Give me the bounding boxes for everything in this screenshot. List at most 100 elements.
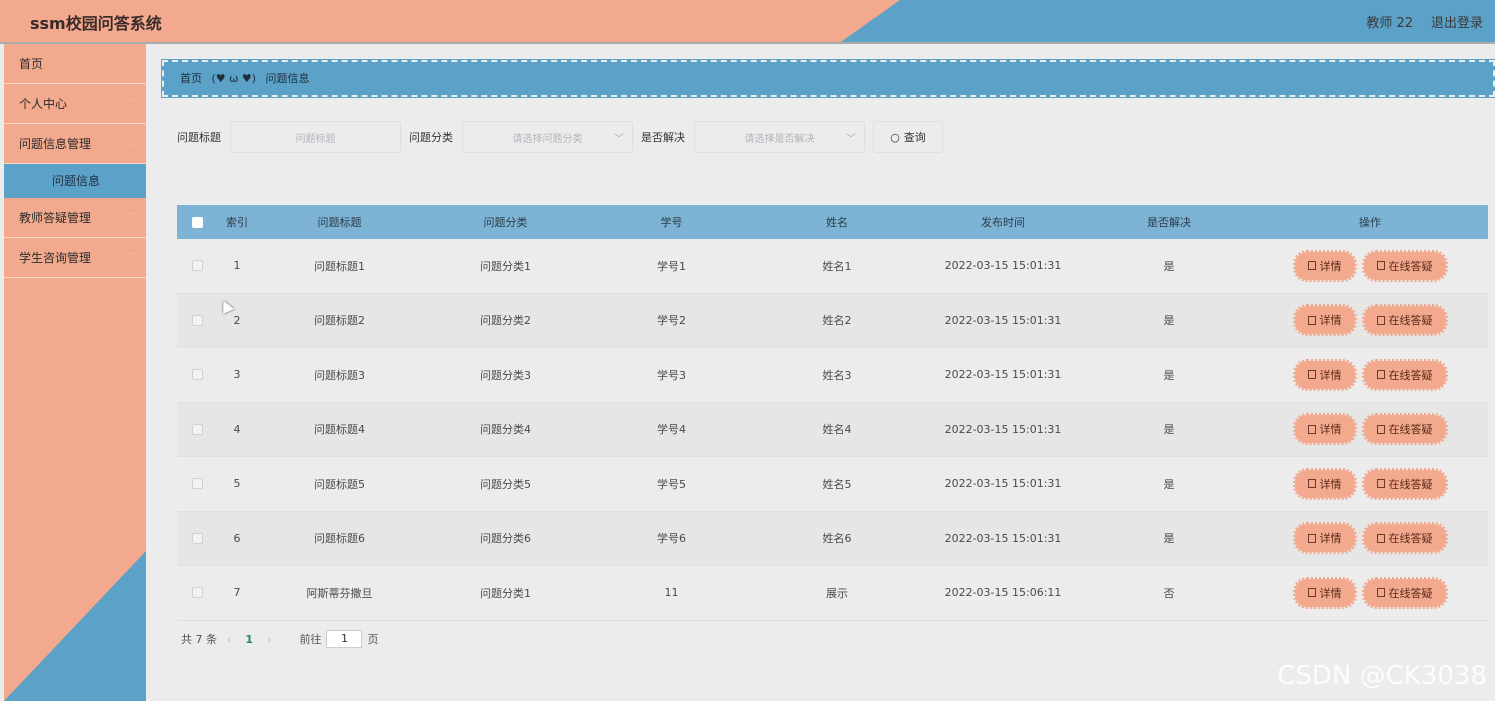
detail-button-label: 详情 — [1319, 259, 1342, 273]
online-answer-button-label: 在线答疑 — [1388, 423, 1433, 437]
row-category: 问题分类3 — [480, 368, 531, 382]
sidebar-item-label: 问题信息管理 — [19, 137, 92, 151]
row-category: 问题分类1 — [480, 586, 531, 600]
table-body: 1 问题标题1 问题分类1 学号1 姓名1 2022-03-15 15:01:31 是详情在… — [177, 239, 1488, 621]
detail-button[interactable]: 详情 — [1292, 249, 1357, 282]
row-checkbox[interactable] — [191, 314, 203, 326]
row-time: 2022-03-15 15:01:31 — [944, 531, 1062, 545]
category-filter-label: 问题分类 — [409, 131, 453, 144]
row-name: 姓名5 — [822, 477, 852, 491]
header-index: 索引 — [226, 216, 248, 229]
solved-select-placeholder: 请选择是否解决 — [744, 133, 815, 145]
row-name: 姓名6 — [822, 532, 852, 546]
sidebar-subitem-question-info[interactable]: 问题信息 — [4, 164, 146, 198]
row-solved: 是 — [1163, 423, 1175, 437]
detail-button[interactable]: 详情 — [1292, 304, 1357, 337]
online-answer-button-label: 在线答疑 — [1388, 314, 1433, 328]
goto-suffix: 页 — [367, 633, 379, 646]
table-header: 索引 问题标题 问题分类 学号 姓名 发布时间 是否解决 操作 — [177, 205, 1488, 239]
select-all-checkbox[interactable] — [191, 216, 203, 228]
current-page[interactable]: 1 — [245, 633, 253, 646]
row-checkbox[interactable] — [191, 260, 203, 272]
document-icon — [1376, 370, 1385, 380]
row-actions: 详情 在线答疑 — [1252, 249, 1488, 282]
row-category: 问题分类5 — [480, 477, 531, 491]
category-select[interactable]: 请选择问题分类 ﹀ — [462, 121, 633, 153]
document-icon — [1307, 588, 1316, 598]
online-answer-button-label: 在线答疑 — [1388, 532, 1433, 546]
goto-prefix: 前往 — [299, 633, 322, 646]
online-answer-button[interactable]: 在线答疑 — [1361, 413, 1448, 446]
prev-page-button[interactable]: ‹ — [227, 633, 231, 646]
online-answer-button-label: 在线答疑 — [1388, 586, 1433, 600]
header-ops: 操作 — [1359, 216, 1381, 229]
sidebar-item-student-consult[interactable]: 学生咨询管理 ﹀ — [4, 238, 146, 278]
solved-select[interactable]: 请选择是否解决 ﹀ — [694, 121, 865, 153]
detail-button-label: 详情 — [1319, 314, 1342, 328]
header-category: 问题分类 — [483, 216, 528, 229]
sidebar-item-personal-center[interactable]: 个人中心 ﹀ — [4, 84, 146, 124]
row-solved: 是 — [1163, 314, 1175, 328]
table-row: 1 问题标题1 问题分类1 学号1 姓名1 2022-03-15 15:01:31 是 详情 在… — [177, 239, 1488, 294]
logout-link[interactable]: 退出登录 — [1431, 12, 1483, 31]
row-title: 问题标题5 — [314, 477, 365, 491]
online-answer-button[interactable]: 在线答疑 — [1361, 522, 1448, 555]
row-actions: 详情 在线答疑 — [1252, 358, 1488, 391]
online-answer-button[interactable]: 在线答疑 — [1361, 358, 1448, 391]
row-checkbox-cell — [177, 314, 217, 326]
next-page-button[interactable]: › — [267, 633, 271, 646]
query-button[interactable]: ○ 查询 — [873, 121, 943, 153]
row-time: 2022-03-15 15:06:11 — [944, 586, 1062, 600]
document-icon — [1307, 261, 1316, 271]
category-select-placeholder: 请选择问题分类 — [512, 133, 583, 145]
breadcrumb-current: 问题信息 — [265, 72, 310, 85]
row-solved: 是 — [1163, 532, 1175, 546]
row-name: 姓名3 — [822, 368, 852, 382]
question-table: 索引 问题标题 问题分类 学号 姓名 发布时间 是否解决 操作 1 问题标题1 问题… — [177, 205, 1488, 621]
detail-button[interactable]: 详情 — [1292, 467, 1357, 500]
row-checkbox-cell — [177, 369, 217, 381]
document-icon — [1376, 588, 1385, 598]
sidebar-item-question-management[interactable]: 问题信息管理 ︿ — [4, 124, 146, 164]
detail-button[interactable]: 详情 — [1292, 358, 1357, 391]
detail-button[interactable]: 详情 — [1292, 522, 1357, 555]
title-search-input[interactable]: 问题标题 — [230, 121, 401, 153]
sidebar-item-label: 首页 — [19, 57, 44, 71]
chevron-down-icon: ﹀ — [126, 98, 136, 109]
row-student-no: 学号3 — [657, 368, 686, 382]
table-row: 5 问题标题5 问题分类5 学号5 姓名5 2022-03-15 15:01:31 是 详情 在… — [177, 457, 1488, 512]
row-student-no: 学号6 — [657, 532, 686, 546]
online-answer-button[interactable]: 在线答疑 — [1361, 304, 1448, 337]
header-student-no: 学号 — [660, 216, 683, 229]
row-checkbox[interactable] — [191, 423, 203, 435]
row-checkbox[interactable] — [191, 532, 203, 544]
row-solved: 否 — [1163, 586, 1175, 600]
chevron-up-icon: ︿ — [126, 138, 136, 149]
online-answer-button[interactable]: 在线答疑 — [1361, 576, 1448, 609]
row-checkbox[interactable] — [191, 478, 203, 490]
sidebar-item-home[interactable]: 首页 — [4, 44, 146, 84]
online-answer-button[interactable]: 在线答疑 — [1361, 249, 1448, 282]
row-category: 问题分类2 — [480, 314, 531, 328]
breadcrumb-home[interactable]: 首页 — [180, 72, 202, 85]
online-answer-button-label: 在线答疑 — [1388, 368, 1433, 382]
row-title: 问题标题2 — [314, 314, 365, 328]
row-checkbox[interactable] — [191, 587, 203, 599]
table-row: 7 阿斯蒂芬撒旦 问题分类1 11 展示 2022-03-15 15:06:11 否 详情 在线… — [177, 566, 1488, 621]
table-row: 3 问题标题3 问题分类3 学号3 姓名3 2022-03-15 15:01:31 是 详情 在… — [177, 348, 1488, 403]
row-name: 姓名4 — [822, 423, 852, 437]
top-header: ssm校园问答系统 教师 22 退出登录 — [0, 0, 1495, 44]
detail-button[interactable]: 详情 — [1292, 413, 1357, 446]
current-user: 教师 22 — [1366, 16, 1413, 31]
goto-page-input[interactable]: 1 — [326, 630, 363, 648]
sidebar-item-teacher-answer[interactable]: 教师答疑管理 ﹀ — [4, 198, 146, 238]
row-time: 2022-03-15 15:01:31 — [944, 477, 1062, 491]
document-icon — [1376, 479, 1385, 489]
row-actions: 详情 在线答疑 — [1252, 576, 1488, 609]
row-category: 问题分类6 — [480, 532, 531, 546]
row-checkbox[interactable] — [191, 369, 203, 381]
breadcrumb: 首页 (♥ ω ♥) 问题信息 — [161, 59, 1495, 98]
row-checkbox-cell — [177, 478, 217, 490]
detail-button[interactable]: 详情 — [1292, 576, 1357, 609]
online-answer-button[interactable]: 在线答疑 — [1361, 467, 1448, 500]
